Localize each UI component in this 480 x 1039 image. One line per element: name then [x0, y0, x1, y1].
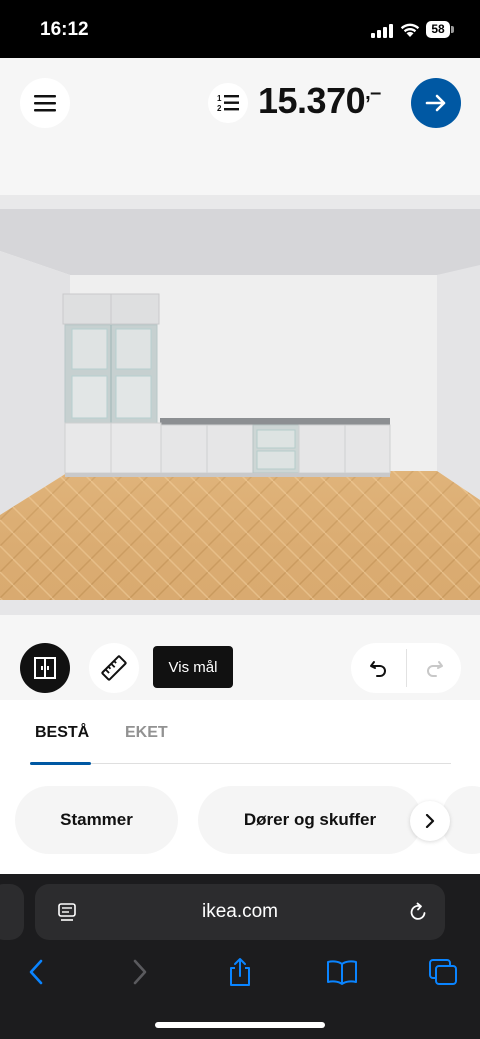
right-wall — [437, 265, 480, 500]
product-sheet: BESTÅ EKET Stammer Dører og skuffer — [0, 700, 480, 874]
menu-button[interactable] — [20, 78, 70, 128]
bookmarks-icon — [327, 960, 357, 985]
chip-stammer[interactable]: Stammer — [15, 786, 178, 854]
browser-toolbar: ikea.com — [0, 874, 480, 1039]
door-view-toggle-button[interactable] — [20, 643, 70, 693]
continue-button[interactable] — [411, 78, 461, 128]
chip-dorer-og-skuffer[interactable]: Dører og skuffer — [198, 786, 422, 854]
previous-tab-peek[interactable] — [0, 884, 24, 940]
price-suffix: ,– — [365, 82, 381, 104]
redo-icon — [427, 661, 443, 677]
chips-scroll-right-button[interactable] — [410, 801, 450, 841]
battery-nub — [451, 26, 454, 33]
redo-button[interactable] — [407, 643, 461, 693]
reload-icon[interactable] — [407, 901, 429, 923]
battery-icon: 58 — [426, 21, 454, 38]
wifi-icon — [400, 23, 420, 37]
low-cabinet-row[interactable] — [64, 418, 391, 477]
numbered-list-icon: 1 2 — [217, 94, 239, 113]
tall-glass-cabinet[interactable] — [62, 293, 160, 424]
tabs-button[interactable] — [427, 956, 459, 988]
cellular-signal-icon — [371, 24, 393, 38]
price-value: 15.370 — [258, 80, 366, 121]
tabs-icon — [429, 959, 457, 985]
chevron-right-icon — [425, 814, 435, 828]
hamburger-menu-icon — [34, 95, 56, 112]
tab-eket[interactable]: EKET — [125, 724, 168, 742]
ceiling — [0, 209, 480, 275]
tab-besta[interactable]: BESTÅ — [35, 724, 89, 742]
undo-button[interactable] — [351, 643, 406, 693]
active-tab-indicator — [30, 762, 91, 765]
status-time: 16:12 — [40, 19, 89, 40]
back-icon — [29, 959, 43, 985]
show-measurements-button[interactable]: Vis mål — [153, 646, 233, 688]
svg-text:1: 1 — [217, 94, 222, 103]
undo-redo-group — [351, 643, 461, 693]
forward-icon — [133, 959, 147, 985]
share-button[interactable] — [224, 956, 256, 988]
cabinet-doors-icon — [34, 657, 56, 679]
total-price: 15.370,– — [258, 80, 381, 122]
battery-level: 58 — [426, 21, 450, 38]
measure-button[interactable] — [89, 643, 139, 693]
svg-text:2: 2 — [217, 104, 222, 113]
forward-button[interactable] — [124, 956, 156, 988]
share-icon — [230, 958, 250, 986]
back-button[interactable] — [20, 956, 52, 988]
tab-divider — [30, 763, 451, 764]
arrow-right-icon — [425, 94, 446, 112]
left-wall — [0, 251, 70, 515]
bookmarks-button[interactable] — [326, 956, 358, 988]
page-menu-icon[interactable] — [57, 902, 77, 922]
item-list-button[interactable]: 1 2 — [208, 83, 248, 123]
home-indicator — [155, 1022, 325, 1028]
address-bar[interactable]: ikea.com — [35, 884, 445, 940]
ruler-icon — [101, 655, 127, 681]
undo-icon — [369, 661, 386, 677]
planner-app: 1 2 15.370,– Vis mål BESTÅ EKET Stammer … — [0, 58, 480, 874]
url-text: ikea.com — [201, 901, 279, 922]
room-3d-view[interactable] — [0, 195, 480, 615]
status-bar: 16:12 58 — [0, 0, 480, 58]
